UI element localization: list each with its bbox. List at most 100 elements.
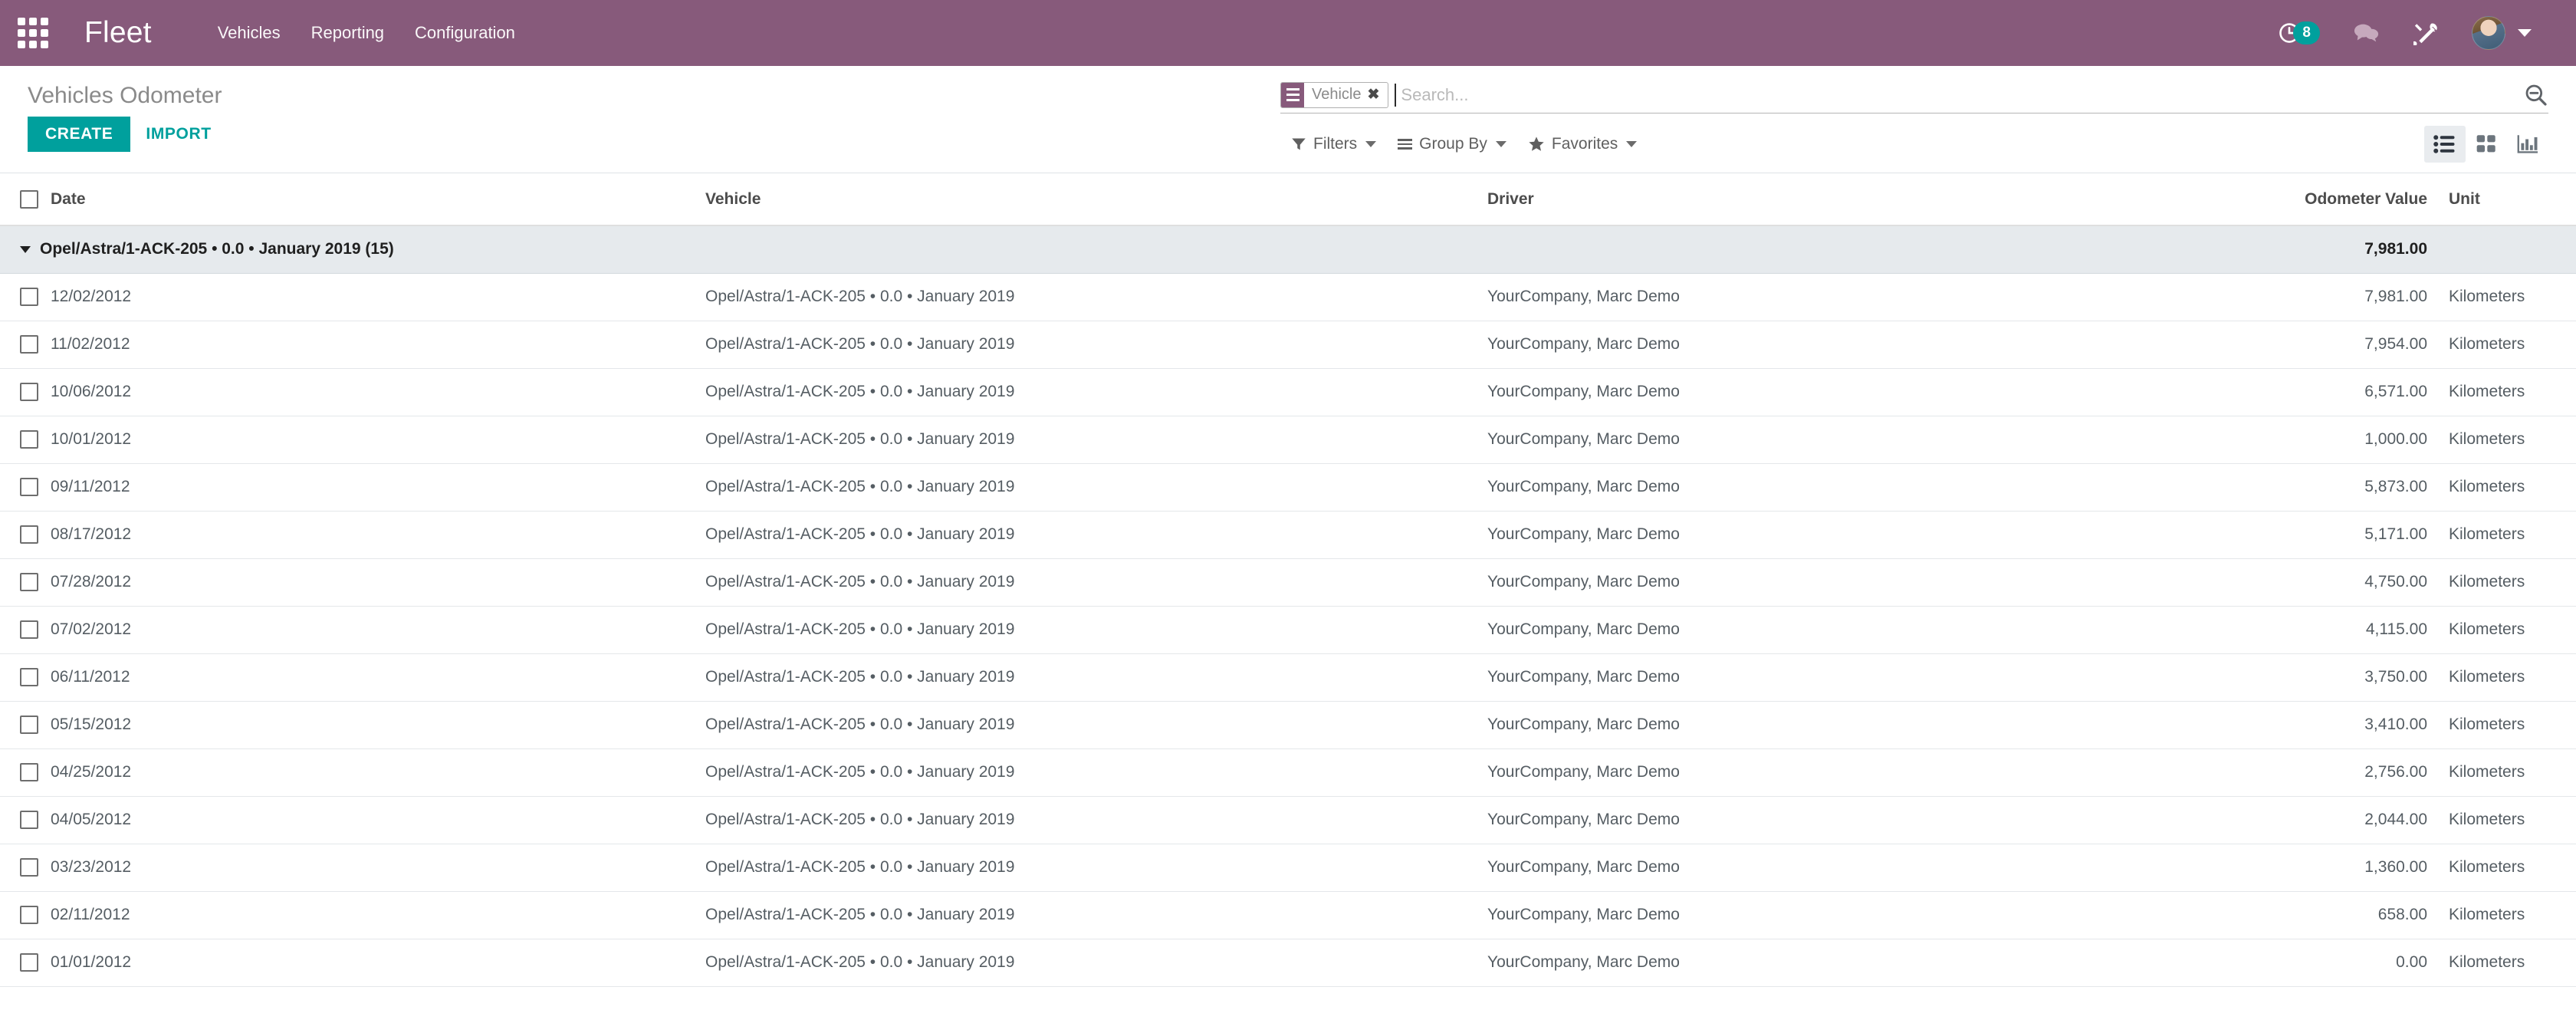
user-menu-button[interactable] <box>2455 0 2548 66</box>
group-row-title-cell[interactable]: Opel/Astra/1-ACK-205 • 0.0 • January 201… <box>0 225 2153 274</box>
column-header-date[interactable]: Date <box>51 173 705 226</box>
activity-menu-button[interactable]: 8 <box>2261 0 2337 66</box>
row-checkbox[interactable] <box>20 763 38 782</box>
group-row-odometer-total: 7,981.00 <box>2153 225 2438 274</box>
row-select-cell[interactable] <box>0 653 51 702</box>
cell-driver: YourCompany, Marc Demo <box>1487 701 2153 749</box>
row-checkbox[interactable] <box>20 953 38 972</box>
group-row[interactable]: Opel/Astra/1-ACK-205 • 0.0 • January 201… <box>0 225 2576 274</box>
menu-item-configuration[interactable]: Configuration <box>399 15 531 51</box>
row-checkbox[interactable] <box>20 478 38 497</box>
column-header-driver[interactable]: Driver <box>1487 173 2153 226</box>
cell-driver: YourCompany, Marc Demo <box>1487 606 2153 654</box>
cell-driver: YourCompany, Marc Demo <box>1487 463 2153 512</box>
row-checkbox[interactable] <box>20 811 38 830</box>
favorites-dropdown[interactable]: Favorites <box>1517 130 1648 158</box>
table-row[interactable]: 07/02/2012 Opel/Astra/1-ACK-205 • 0.0 • J… <box>0 606 2576 654</box>
cell-unit: Kilometers <box>2438 273 2576 321</box>
cell-vehicle: Opel/Astra/1-ACK-205 • 0.0 • January 201… <box>705 653 1487 702</box>
graph-icon <box>2517 135 2538 153</box>
search-minus-icon[interactable] <box>2524 83 2548 107</box>
row-select-cell[interactable] <box>0 368 51 416</box>
wrench-screwdriver-icon <box>2413 23 2437 45</box>
cell-unit: Kilometers <box>2438 939 2576 987</box>
row-select-cell[interactable] <box>0 606 51 654</box>
row-checkbox[interactable] <box>20 858 38 877</box>
table-row[interactable]: 04/05/2012 Opel/Astra/1-ACK-205 • 0.0 • J… <box>0 796 2576 844</box>
filters-dropdown[interactable]: Filters <box>1280 130 1387 158</box>
column-header-unit[interactable]: Unit <box>2438 173 2576 226</box>
row-select-cell[interactable] <box>0 321 51 369</box>
page-title: Vehicles Odometer <box>28 83 222 108</box>
messaging-menu-button[interactable] <box>2337 0 2397 66</box>
cell-date: 05/15/2012 <box>51 701 705 749</box>
cell-driver: YourCompany, Marc Demo <box>1487 891 2153 939</box>
table-row[interactable]: 01/01/2012 Opel/Astra/1-ACK-205 • 0.0 • J… <box>0 939 2576 987</box>
row-select-cell[interactable] <box>0 891 51 939</box>
table-row[interactable]: 02/11/2012 Opel/Astra/1-ACK-205 • 0.0 • J… <box>0 891 2576 939</box>
cell-odometer: 3,410.00 <box>2153 701 2438 749</box>
graph-view-button[interactable] <box>2507 126 2548 163</box>
cell-date: 06/11/2012 <box>51 653 705 702</box>
table-row[interactable]: 04/25/2012 Opel/Astra/1-ACK-205 • 0.0 • J… <box>0 748 2576 797</box>
row-checkbox[interactable] <box>20 430 38 449</box>
search-bar[interactable]: Vehicle ✖ <box>1280 81 2548 113</box>
cell-vehicle: Opel/Astra/1-ACK-205 • 0.0 • January 201… <box>705 606 1487 654</box>
chevron-down-icon <box>1365 141 1377 147</box>
column-header-vehicle[interactable]: Vehicle <box>705 173 1487 226</box>
cell-date: 02/11/2012 <box>51 891 705 939</box>
row-select-cell[interactable] <box>0 844 51 892</box>
select-all-checkbox[interactable] <box>20 189 38 209</box>
table-row[interactable]: 11/02/2012 Opel/Astra/1-ACK-205 • 0.0 • J… <box>0 321 2576 369</box>
group-row-label: Opel/Astra/1-ACK-205 • 0.0 • January 201… <box>40 240 394 258</box>
row-select-cell[interactable] <box>0 273 51 321</box>
row-select-cell[interactable] <box>0 463 51 512</box>
search-facet-vehicle[interactable]: Vehicle ✖ <box>1280 81 1389 108</box>
row-select-cell[interactable] <box>0 796 51 844</box>
row-select-cell[interactable] <box>0 416 51 464</box>
search-facet-remove-icon[interactable]: ✖ <box>1368 83 1388 107</box>
cell-driver: YourCompany, Marc Demo <box>1487 416 2153 464</box>
apps-grid-icon[interactable] <box>15 15 51 51</box>
list-view-button[interactable] <box>2424 126 2466 163</box>
app-brand-title[interactable]: Fleet <box>84 16 152 50</box>
row-checkbox[interactable] <box>20 668 38 687</box>
table-row[interactable]: 10/01/2012 Opel/Astra/1-ACK-205 • 0.0 • J… <box>0 416 2576 464</box>
column-header-odometer-value[interactable]: Odometer Value <box>2153 173 2438 226</box>
menu-item-reporting[interactable]: Reporting <box>296 15 399 51</box>
table-row[interactable]: 09/11/2012 Opel/Astra/1-ACK-205 • 0.0 • J… <box>0 463 2576 512</box>
filters-label: Filters <box>1313 135 1358 153</box>
row-checkbox[interactable] <box>20 383 38 402</box>
avatar <box>2472 16 2505 50</box>
groupby-dropdown[interactable]: Group By <box>1387 130 1517 158</box>
row-select-cell[interactable] <box>0 701 51 749</box>
row-select-cell[interactable] <box>0 939 51 987</box>
row-checkbox[interactable] <box>20 525 38 544</box>
menu-item-vehicles[interactable]: Vehicles <box>202 15 296 51</box>
kanban-view-button[interactable] <box>2466 126 2507 163</box>
row-checkbox[interactable] <box>20 335 38 354</box>
cell-unit: Kilometers <box>2438 558 2576 607</box>
row-select-cell[interactable] <box>0 511 51 559</box>
cell-vehicle: Opel/Astra/1-ACK-205 • 0.0 • January 201… <box>705 273 1487 321</box>
table-row[interactable]: 08/17/2012 Opel/Astra/1-ACK-205 • 0.0 • J… <box>0 511 2576 559</box>
table-row[interactable]: 10/06/2012 Opel/Astra/1-ACK-205 • 0.0 • J… <box>0 368 2576 416</box>
cell-unit: Kilometers <box>2438 653 2576 702</box>
table-row[interactable]: 03/23/2012 Opel/Astra/1-ACK-205 • 0.0 • J… <box>0 844 2576 892</box>
developer-tools-button[interactable] <box>2397 0 2455 66</box>
row-checkbox[interactable] <box>20 288 38 307</box>
table-row[interactable]: 12/02/2012 Opel/Astra/1-ACK-205 • 0.0 • J… <box>0 273 2576 321</box>
create-button[interactable]: CREATE <box>28 117 131 152</box>
row-checkbox[interactable] <box>20 620 38 640</box>
table-row[interactable]: 07/28/2012 Opel/Astra/1-ACK-205 • 0.0 • J… <box>0 558 2576 607</box>
row-select-cell[interactable] <box>0 748 51 797</box>
row-checkbox[interactable] <box>20 573 38 592</box>
import-button[interactable]: IMPORT <box>130 117 226 152</box>
search-input[interactable] <box>1395 83 2516 107</box>
row-checkbox[interactable] <box>20 906 38 925</box>
group-by-lines-icon <box>1398 139 1413 150</box>
table-row[interactable]: 05/15/2012 Opel/Astra/1-ACK-205 • 0.0 • J… <box>0 701 2576 749</box>
row-select-cell[interactable] <box>0 558 51 607</box>
row-checkbox[interactable] <box>20 716 38 735</box>
table-row[interactable]: 06/11/2012 Opel/Astra/1-ACK-205 • 0.0 • J… <box>0 653 2576 702</box>
